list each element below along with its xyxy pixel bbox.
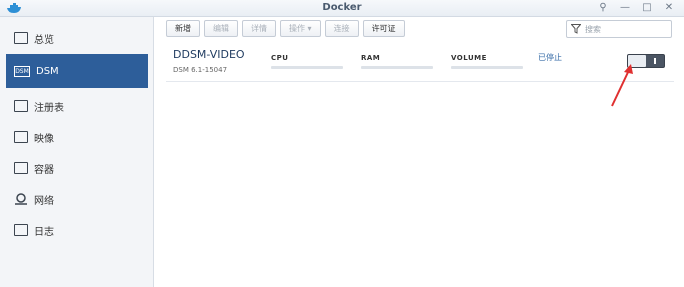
volume-metric: VOLUME xyxy=(451,54,523,69)
search-input[interactable] xyxy=(585,24,665,34)
sidebar-item-image[interactable]: 映像 xyxy=(6,122,148,152)
window-title: Docker xyxy=(322,2,362,13)
ram-metric: RAM xyxy=(361,54,433,69)
add-button[interactable]: 新增 xyxy=(166,20,200,37)
title-bar: Docker ⚲ — □ ✕ xyxy=(0,0,684,17)
minimize-icon[interactable]: — xyxy=(618,1,632,15)
volume-usage-bar xyxy=(451,66,523,69)
annotation-arrow-icon xyxy=(611,64,633,107)
details-button[interactable]: 详情 xyxy=(242,20,276,37)
toolbar: 新增 编辑 详情 操作 ▾ 连接 许可证 xyxy=(166,20,405,38)
log-icon xyxy=(14,224,28,236)
toggle-grip-icon xyxy=(654,58,656,64)
sidebar-item-label: DSM xyxy=(36,65,59,77)
cpu-metric: CPU xyxy=(271,54,343,69)
sidebar-item-label: 映像 xyxy=(34,133,54,145)
sidebar-item-network[interactable]: 网络 xyxy=(6,184,148,214)
connect-button[interactable]: 连接 xyxy=(324,20,359,37)
filter-icon xyxy=(571,24,581,34)
network-icon xyxy=(14,193,28,205)
dsm-icon: DSM xyxy=(14,65,30,77)
container-name: DDSM-VIDEO xyxy=(173,48,245,61)
container-version: DSM 6.1-15047 xyxy=(173,66,228,74)
sidebar-item-label: 日志 xyxy=(34,226,54,238)
cpu-label: CPU xyxy=(271,54,289,62)
sidebar-item-container[interactable]: 容器 xyxy=(6,153,148,183)
registry-icon xyxy=(14,100,28,112)
sidebar-item-label: 网络 xyxy=(34,195,54,207)
list-item[interactable]: DDSM-VIDEO DSM 6.1-15047 CPU RAM VOLUME … xyxy=(166,42,674,82)
close-icon[interactable]: ✕ xyxy=(662,1,676,15)
pin-icon[interactable]: ⚲ xyxy=(596,1,610,15)
sidebar-item-label: 注册表 xyxy=(34,102,64,114)
search-box[interactable] xyxy=(566,20,672,38)
license-button[interactable]: 许可证 xyxy=(362,20,405,37)
status-badge: 已停止 xyxy=(538,53,562,62)
sidebar-item-registry[interactable]: 注册表 xyxy=(6,91,148,121)
sidebar: 总览 DSM DSM 注册表 映像 容器 网络 日志 xyxy=(0,17,154,287)
container-icon xyxy=(14,162,28,174)
ram-label: RAM xyxy=(361,54,381,62)
sidebar-item-overview[interactable]: 总览 xyxy=(6,23,148,53)
volume-label: VOLUME xyxy=(451,54,487,62)
image-icon xyxy=(14,131,28,143)
sidebar-item-dsm[interactable]: DSM DSM xyxy=(6,54,148,88)
sidebar-item-label: 容器 xyxy=(34,164,54,176)
maximize-icon[interactable]: □ xyxy=(640,1,654,15)
edit-button[interactable]: 编辑 xyxy=(204,20,238,37)
overview-icon xyxy=(14,32,28,44)
ram-usage-bar xyxy=(361,66,433,69)
sidebar-item-log[interactable]: 日志 xyxy=(6,215,148,245)
cpu-usage-bar xyxy=(271,66,343,69)
sidebar-item-label: 总览 xyxy=(34,34,54,46)
action-dropdown-button[interactable]: 操作 ▾ xyxy=(280,20,321,37)
